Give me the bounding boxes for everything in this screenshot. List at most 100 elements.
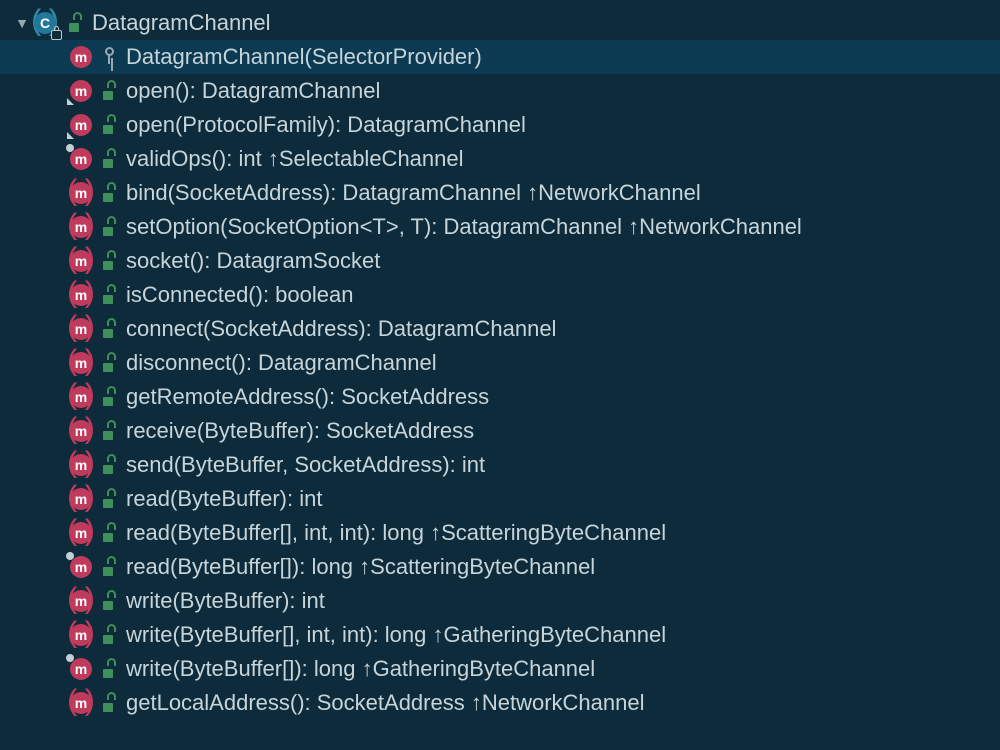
unlock-icon [98, 420, 120, 442]
member-row[interactable]: m open(ProtocolFamily): DatagramChannel [0, 108, 1000, 142]
method-badge-letter: m [70, 386, 92, 408]
member-row[interactable]: m DatagramChannel(SelectorProvider) [0, 40, 1000, 74]
unlock-icon [98, 216, 120, 238]
member-row[interactable]: (m) read(ByteBuffer): int [0, 482, 1000, 516]
member-label: connect(SocketAddress): DatagramChannel [126, 316, 556, 342]
method-icon: m [68, 78, 94, 104]
member-label: isConnected(): boolean [126, 282, 353, 308]
member-row[interactable]: m write(ByteBuffer[]): long ↑GatheringByt… [0, 652, 1000, 686]
member-label: DatagramChannel(SelectorProvider) [126, 44, 482, 70]
unlock-icon [98, 250, 120, 272]
unlock-icon [98, 182, 120, 204]
method-badge-letter: m [70, 590, 92, 612]
static-marker-icon [67, 132, 74, 139]
method-icon: (m) [68, 452, 94, 478]
member-label: send(ByteBuffer, SocketAddress): int [126, 452, 485, 478]
member-row[interactable]: m open(): DatagramChannel [0, 74, 1000, 108]
class-name: DatagramChannel [92, 10, 271, 36]
member-row[interactable]: (m)write(ByteBuffer[], int, int): long ↑… [0, 618, 1000, 652]
unlock-icon [98, 318, 120, 340]
member-label: socket(): DatagramSocket [126, 248, 380, 274]
member-row[interactable]: (m) getLocalAddress(): SocketAddress ↑Net… [0, 686, 1000, 720]
method-badge-letter: m [70, 182, 92, 204]
unlock-icon [98, 80, 120, 102]
method-icon: (m) [68, 248, 94, 274]
unlock-icon [98, 454, 120, 476]
method-badge-letter: m [70, 624, 92, 646]
member-row[interactable]: (m) socket(): DatagramSocket [0, 244, 1000, 278]
method-icon: (m) [68, 690, 94, 716]
member-label: write(ByteBuffer[]): long ↑GatheringByte… [126, 656, 595, 682]
member-label: read(ByteBuffer[], int, int): long ↑Scat… [126, 520, 666, 546]
unlock-icon [98, 386, 120, 408]
method-badge-letter: m [70, 318, 92, 340]
member-label: disconnect(): DatagramChannel [126, 350, 437, 376]
unlock-icon [98, 692, 120, 714]
method-badge-letter: m [70, 692, 92, 714]
method-badge-letter: m [70, 522, 92, 544]
member-label: write(ByteBuffer[], int, int): long ↑Gat… [126, 622, 666, 648]
member-label: read(ByteBuffer): int [126, 486, 322, 512]
method-badge-letter: m [70, 46, 92, 68]
member-label: validOps(): int ↑SelectableChannel [126, 146, 464, 172]
member-row[interactable]: m validOps(): int ↑SelectableChannel [0, 142, 1000, 176]
member-row[interactable]: (m) send(ByteBuffer, SocketAddress): int [0, 448, 1000, 482]
final-marker-icon [66, 654, 74, 662]
static-marker-icon [67, 98, 74, 105]
final-marker-icon [66, 552, 74, 560]
member-row[interactable]: (m) disconnect(): DatagramChannel [0, 346, 1000, 380]
method-icon: m [68, 44, 94, 70]
member-label: setOption(SocketOption<T>, T): DatagramC… [126, 214, 802, 240]
class-icon: ( C ) [32, 10, 58, 36]
method-icon: (m) [68, 282, 94, 308]
method-badge-letter: m [70, 148, 92, 170]
method-badge-letter: m [70, 352, 92, 374]
structure-tree: ▼ ( C ) DatagramChannel mDatagramChannel… [0, 0, 1000, 720]
member-row[interactable]: (m) connect(SocketAddress): DatagramChann… [0, 312, 1000, 346]
method-icon: (m) [68, 214, 94, 240]
member-row[interactable]: (m) setOption(SocketOption<T>, T): Datagr… [0, 210, 1000, 244]
method-icon: (m) [68, 486, 94, 512]
unlock-icon [98, 556, 120, 578]
class-row[interactable]: ▼ ( C ) DatagramChannel [0, 6, 1000, 40]
unlock-icon [98, 624, 120, 646]
method-icon: (m) [68, 520, 94, 546]
method-badge-letter: m [70, 420, 92, 442]
member-label: receive(ByteBuffer): SocketAddress [126, 418, 474, 444]
method-badge-letter: m [70, 556, 92, 578]
method-icon: (m) [68, 316, 94, 342]
member-row[interactable]: (m)receive(ByteBuffer): SocketAddress [0, 414, 1000, 448]
lock-icon [51, 30, 62, 40]
method-icon: m [68, 656, 94, 682]
method-badge-letter: m [70, 284, 92, 306]
unlock-icon [64, 12, 86, 34]
member-label: open(ProtocolFamily): DatagramChannel [126, 112, 526, 138]
method-icon: (m) [68, 180, 94, 206]
unlock-icon [98, 352, 120, 374]
member-label: read(ByteBuffer[]): long ↑ScatteringByte… [126, 554, 595, 580]
member-label: getLocalAddress(): SocketAddress ↑Networ… [126, 690, 644, 716]
method-icon: (m) [68, 384, 94, 410]
member-row[interactable]: (m) isConnected(): boolean [0, 278, 1000, 312]
member-label: bind(SocketAddress): DatagramChannel ↑Ne… [126, 180, 701, 206]
member-row[interactable]: m read(ByteBuffer[]): long ↑ScatteringByt… [0, 550, 1000, 584]
unlock-icon [98, 284, 120, 306]
member-row[interactable]: (m) getRemoteAddress(): SocketAddress [0, 380, 1000, 414]
method-icon: m [68, 146, 94, 172]
unlock-icon [98, 148, 120, 170]
method-icon: (m) [68, 588, 94, 614]
unlock-icon [98, 658, 120, 680]
unlock-icon [98, 590, 120, 612]
member-row[interactable]: (m)write(ByteBuffer): int [0, 584, 1000, 618]
method-badge-letter: m [70, 658, 92, 680]
member-label: open(): DatagramChannel [126, 78, 380, 104]
member-row[interactable]: (m) bind(SocketAddress): DatagramChannel … [0, 176, 1000, 210]
method-icon: m [68, 112, 94, 138]
method-badge-letter: m [70, 250, 92, 272]
member-label: getRemoteAddress(): SocketAddress [126, 384, 489, 410]
member-row[interactable]: (m) read(ByteBuffer[], int, int): long ↑S… [0, 516, 1000, 550]
method-icon: (m) [68, 350, 94, 376]
method-icon: m [68, 554, 94, 580]
final-marker-icon [66, 144, 74, 152]
unlock-icon [98, 114, 120, 136]
